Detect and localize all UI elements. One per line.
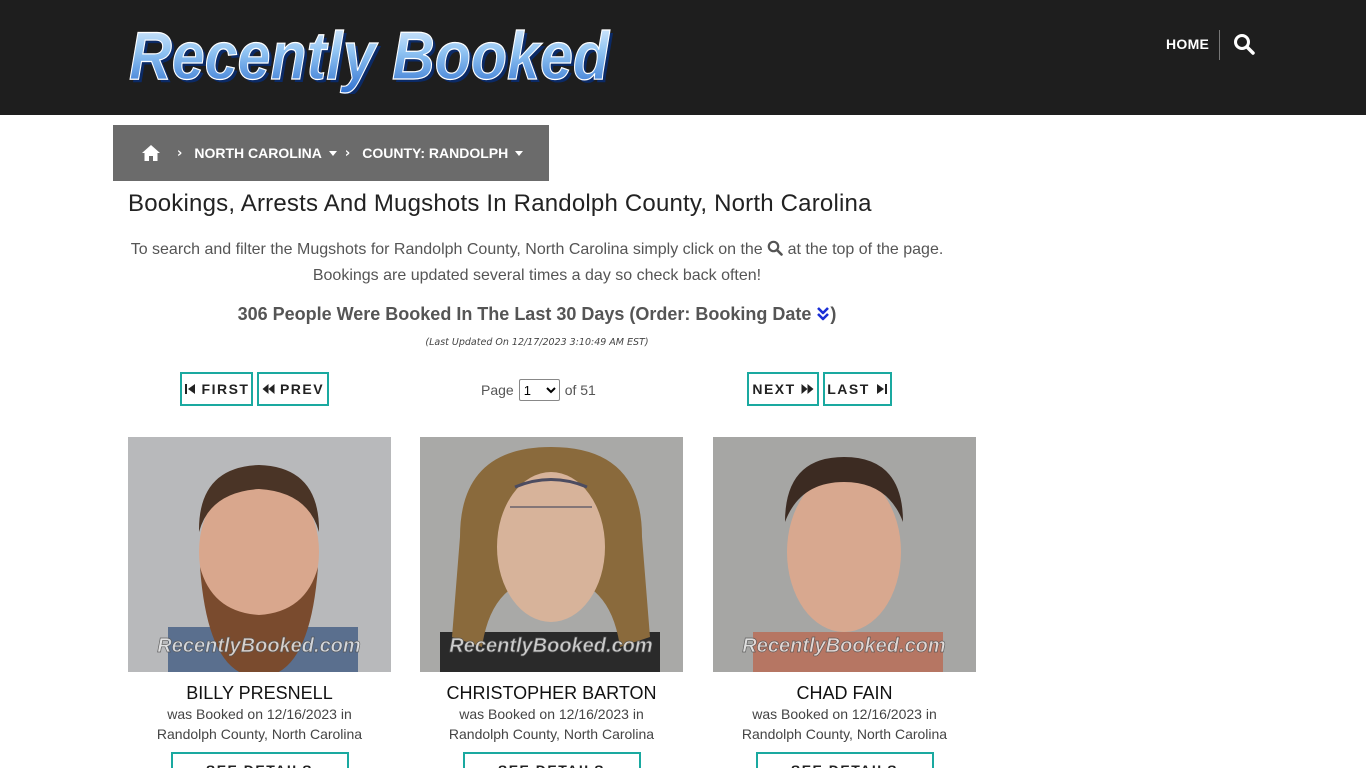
caret-down-icon [328,150,337,156]
person-name[interactable]: CHAD FAIN [713,682,976,704]
nav-divider [1219,30,1220,60]
intro-text-before: To search and filter the Mugshots for Ra… [130,241,763,258]
next-page-label: NEXT [752,381,796,397]
breadcrumb-state-dropdown[interactable]: NORTH CAROLINA [194,145,343,161]
next-page-button[interactable]: NEXT [747,372,819,406]
page-label: Page [481,382,514,398]
home-icon[interactable] [141,144,161,162]
last-page-label: LAST [827,381,870,397]
rewind-icon [262,384,275,394]
booking-count-close: ) [830,304,837,324]
svg-text:Recently Booked: Recently Booked [129,18,610,94]
breadcrumb-separator-icon: › [177,145,183,161]
mugshot-card[interactable]: RecentlyBooked.com CHRISTOPHER BARTON wa… [420,437,683,768]
first-page-label: FIRST [201,381,250,397]
page-title: Bookings, Arrests And Mugshots In Randol… [128,190,872,217]
skip-back-icon [184,384,195,394]
caret-down-icon [515,150,524,156]
person-name[interactable]: CHRISTOPHER BARTON [420,682,683,704]
booking-date: was Booked on 12/16/2023 in [167,706,352,722]
search-icon [767,240,783,256]
see-details-button[interactable]: SEE DETAILS [170,752,349,768]
mugshot-photo[interactable]: RecentlyBooked.com [128,437,391,672]
prev-page-button[interactable]: PREV [257,372,329,406]
person-name[interactable]: BILLY PRESNELL [128,682,391,704]
booking-date: was Booked on 12/16/2023 in [459,706,644,722]
fast-forward-icon [801,384,814,394]
page-total-label: of 51 [564,382,596,398]
booking-count: 306 People Were Booked In The Last 30 Da… [124,304,950,325]
mugshot-photo[interactable]: RecentlyBooked.com [713,437,976,672]
breadcrumb-state-label: NORTH CAROLINA [194,145,322,161]
double-chevron-down-icon[interactable] [816,306,830,322]
breadcrumb-county-label: COUNTY: RANDOLPH [362,145,509,161]
mugshot-card[interactable]: RecentlyBooked.com CHAD FAIN was Booked … [713,437,976,768]
first-page-button[interactable]: FIRST [180,372,253,406]
site-header: Recently Booked Recently Booked HOME [0,0,1366,115]
prev-page-label: PREV [279,381,325,397]
booking-location: Randolph County, North Carolina [741,726,948,742]
see-details-button[interactable]: SEE DETAILS [462,752,641,768]
breadcrumb-county-dropdown[interactable]: COUNTY: RANDOLPH [362,145,529,161]
mugshot-card[interactable]: RecentlyBooked.com BILLY PRESNELL was Bo… [128,437,391,768]
breadcrumb-separator-icon: › [344,145,351,161]
booking-location: Randolph County, North Carolina [156,726,363,742]
skip-forward-icon [876,384,887,394]
last-updated: (Last Updated On 12/17/2023 3:10:49 AM E… [425,337,649,348]
logo-graphic: Recently Booked Recently Booked [128,18,613,94]
svg-text:RecentlyBooked.com: RecentlyBooked.com [449,635,652,657]
svg-text:RecentlyBooked.com: RecentlyBooked.com [742,635,945,657]
intro-text: To search and filter the Mugshots for Ra… [124,237,950,289]
booking-count-text: 306 People Were Booked In The Last 30 Da… [237,304,812,324]
page-select[interactable]: 1 [518,379,560,401]
search-icon[interactable] [1233,33,1255,55]
last-page-button[interactable]: LAST [823,372,892,406]
booking-location: Randolph County, North Carolina [448,726,655,742]
page-selector: Page 1 of 51 [481,379,596,401]
booking-date: was Booked on 12/16/2023 in [752,706,937,722]
svg-text:RecentlyBooked.com: RecentlyBooked.com [157,635,360,657]
site-logo[interactable]: Recently Booked Recently Booked [126,18,616,94]
breadcrumb: › NORTH CAROLINA › COUNTY: RANDOLPH [113,125,549,181]
see-details-button[interactable]: SEE DETAILS [755,752,934,768]
nav-home-link[interactable]: HOME [1166,36,1209,52]
mugshot-photo[interactable]: RecentlyBooked.com [420,437,683,672]
